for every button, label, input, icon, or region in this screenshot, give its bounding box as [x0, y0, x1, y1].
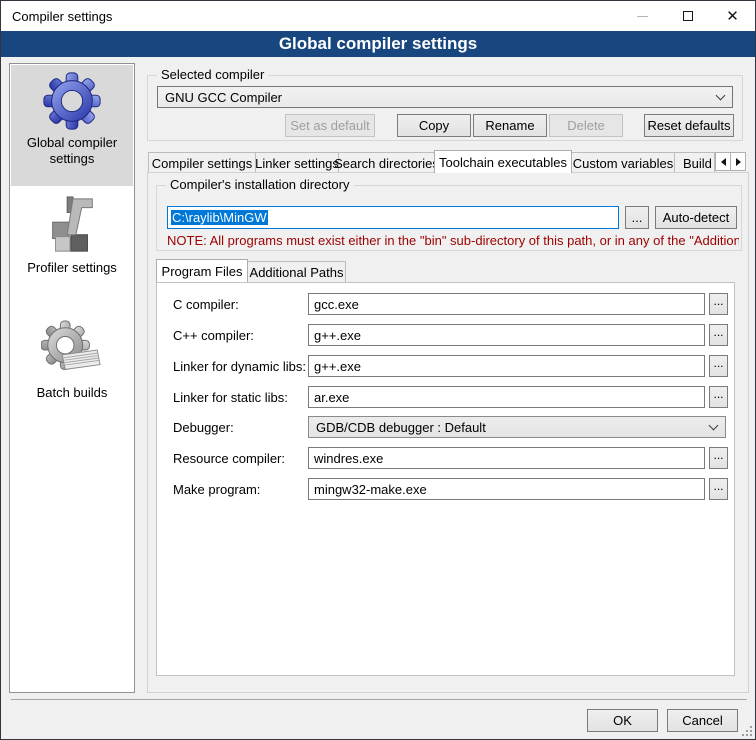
sidebar-item-global-compiler-settings[interactable]: Global compiler settings — [11, 70, 133, 168]
linker-dynamic-input[interactable] — [308, 355, 705, 377]
rename-button[interactable]: Rename — [473, 114, 547, 137]
debugger-label: Debugger: — [173, 420, 234, 435]
copy-button[interactable]: Copy — [397, 114, 471, 137]
ok-button[interactable]: OK — [587, 709, 658, 732]
group-label: Compiler's installation directory — [166, 177, 354, 192]
linker-dynamic-label: Linker for dynamic libs: — [173, 359, 306, 374]
dialog-banner: Global compiler settings — [1, 31, 755, 57]
auto-detect-button[interactable]: Auto-detect — [655, 206, 737, 229]
debugger-select-value: GDB/CDB debugger : Default — [316, 420, 710, 435]
settings-category-list: Global compiler settings Profiler settin… — [9, 63, 135, 693]
resource-compiler-label: Resource compiler: — [173, 451, 285, 466]
window-title: Compiler settings — [12, 9, 112, 24]
cpp-compiler-browse-button[interactable]: ... — [709, 324, 728, 346]
chevron-down-icon — [709, 420, 719, 430]
maximize-icon — [683, 11, 693, 21]
make-program-input[interactable] — [308, 478, 705, 500]
tab-scroll-right-button[interactable] — [730, 152, 746, 171]
blue-gear-icon — [41, 70, 103, 132]
resource-compiler-browse-button[interactable]: ... — [709, 447, 728, 469]
tab-custom-variables[interactable]: Custom variables — [571, 152, 675, 173]
resize-grip[interactable] — [742, 726, 753, 737]
group-label: Selected compiler — [157, 67, 268, 82]
tab-additional-paths[interactable]: Additional Paths — [247, 261, 346, 282]
tab-program-files[interactable]: Program Files — [156, 259, 248, 282]
minimize-icon — [637, 16, 648, 17]
installation-directory-input[interactable]: C:\raylib\MinGW — [167, 206, 619, 229]
linker-static-browse-button[interactable]: ... — [709, 386, 728, 408]
arrow-right-icon — [736, 158, 741, 166]
title-bar[interactable]: Compiler settings ✕ — [1, 1, 755, 31]
close-icon: ✕ — [726, 9, 739, 24]
chevron-down-icon — [716, 90, 726, 100]
toolchain-executables-page: Compiler's installation directory C:\ray… — [147, 172, 749, 693]
browse-directory-button[interactable]: ... — [625, 206, 649, 229]
compiler-select[interactable]: GNU GCC Compiler — [157, 86, 733, 108]
installation-directory-group: Compiler's installation directory C:\ray… — [156, 185, 742, 251]
linker-static-input[interactable] — [308, 386, 705, 408]
tab-scroll-left-button[interactable] — [715, 152, 731, 171]
linker-static-label: Linker for static libs: — [173, 390, 288, 405]
maximize-button[interactable] — [665, 1, 710, 31]
sidebar-item-label: Global compiler settings — [22, 135, 122, 168]
gray-gear-papers-icon — [41, 320, 103, 382]
cpp-compiler-input[interactable] — [308, 324, 705, 346]
program-files-page: C compiler: ... C++ compiler: ... Linker… — [156, 282, 735, 676]
caliper-icon — [41, 195, 103, 257]
resource-compiler-input[interactable] — [308, 447, 705, 469]
debugger-select[interactable]: GDB/CDB debugger : Default — [308, 416, 726, 438]
compiler-settings-dialog: Compiler settings ✕ Global compiler sett… — [0, 0, 756, 740]
compiler-options-tabs: Compiler settings Linker settings Search… — [148, 150, 746, 173]
program-files-tabs: Program Files Additional Paths — [156, 259, 345, 282]
c-compiler-input[interactable] — [308, 293, 705, 315]
cpp-compiler-label: C++ compiler: — [173, 328, 254, 343]
reset-defaults-button[interactable]: Reset defaults — [644, 114, 734, 137]
tab-search-directories[interactable]: Search directories — [338, 152, 435, 173]
tab-toolchain-executables[interactable]: Toolchain executables — [434, 150, 572, 173]
sidebar-item-profiler-settings[interactable]: Profiler settings — [11, 195, 133, 276]
footer-divider — [11, 699, 747, 700]
delete-button: Delete — [549, 114, 623, 137]
cancel-button[interactable]: Cancel — [667, 709, 738, 732]
tab-linker-settings[interactable]: Linker settings — [255, 152, 339, 173]
linker-dynamic-browse-button[interactable]: ... — [709, 355, 728, 377]
tab-compiler-settings[interactable]: Compiler settings — [148, 152, 256, 173]
make-program-label: Make program: — [173, 482, 260, 497]
sidebar-item-label: Profiler settings — [11, 260, 133, 276]
arrow-left-icon — [721, 158, 726, 166]
tab-scroll-buttons — [716, 152, 746, 171]
sidebar-item-batch-builds[interactable]: Batch builds — [11, 320, 133, 401]
selected-compiler-group: Selected compiler GNU GCC Compiler Set a… — [147, 75, 743, 141]
bin-subdirectory-note: NOTE: All programs must exist either in … — [167, 233, 739, 248]
set-as-default-button: Set as default — [285, 114, 375, 137]
close-button[interactable]: ✕ — [710, 1, 755, 31]
sidebar-item-label: Batch builds — [11, 385, 133, 401]
make-program-browse-button[interactable]: ... — [709, 478, 728, 500]
c-compiler-browse-button[interactable]: ... — [709, 293, 728, 315]
c-compiler-label: C compiler: — [173, 297, 239, 312]
banner-title: Global compiler settings — [279, 34, 477, 54]
tab-build-options[interactable]: Build — [674, 152, 715, 173]
compiler-select-value: GNU GCC Compiler — [165, 90, 717, 105]
titlebar-buttons: ✕ — [620, 1, 755, 31]
selected-path-text: C:\raylib\MinGW — [171, 210, 268, 225]
minimize-button — [620, 1, 665, 31]
